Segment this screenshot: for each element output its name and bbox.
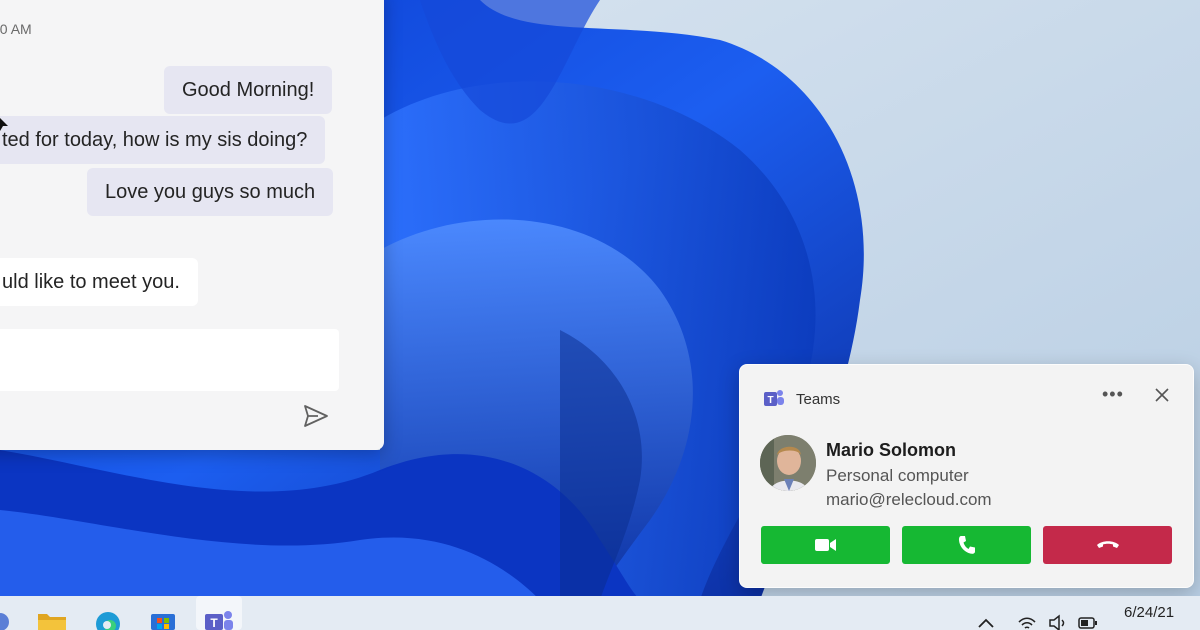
store-icon[interactable] xyxy=(147,608,179,630)
message-bubble: uld like to meet you. xyxy=(0,258,198,306)
start-icon[interactable] xyxy=(0,608,22,630)
message-bubble: Love you guys so much xyxy=(87,168,334,216)
volume-icon[interactable] xyxy=(1048,614,1068,630)
phone-icon xyxy=(958,536,975,554)
clock-date[interactable]: 6/24/21 xyxy=(1124,604,1174,621)
send-icon[interactable] xyxy=(302,402,330,430)
chat-window: 00 AM Good Morning! ted for today, how i… xyxy=(0,0,384,450)
message-text: uld like to meet you. xyxy=(2,271,180,293)
compose-input[interactable] xyxy=(0,329,339,391)
more-options-icon[interactable]: ••• xyxy=(1102,385,1124,405)
wifi-icon[interactable] xyxy=(1017,614,1037,630)
audio-call-button[interactable] xyxy=(902,526,1031,564)
notification-app-name: Teams xyxy=(796,391,841,408)
caller-name: Mario Solomon xyxy=(826,440,956,460)
hang-up-icon xyxy=(1096,541,1119,548)
message-bubble: Good Morning! xyxy=(164,66,333,114)
message-timestamp: 00 AM xyxy=(0,21,32,37)
caller-email: mario@relecloud.com xyxy=(826,490,992,509)
message-text: Love you guys so much xyxy=(105,181,316,203)
mouse-cursor-icon xyxy=(0,118,8,131)
message-bubble: ted for today, how is my sis doing? xyxy=(0,116,326,164)
close-icon[interactable] xyxy=(1153,386,1171,404)
video-call-button[interactable] xyxy=(761,526,890,564)
svg-text:T: T xyxy=(210,616,218,630)
chevron-up-icon[interactable] xyxy=(976,614,996,630)
caller-avatar xyxy=(760,435,816,491)
message-text: ted for today, how is my sis doing? xyxy=(2,129,308,151)
edge-browser-icon[interactable] xyxy=(92,608,124,630)
caller-device: Personal computer xyxy=(826,466,969,485)
teams-taskbar-icon[interactable]: T xyxy=(203,608,235,630)
message-text: Good Morning! xyxy=(182,79,315,101)
file-explorer-icon[interactable] xyxy=(36,608,68,630)
svg-text:T: T xyxy=(767,395,773,406)
taskbar: T 6/24/21 xyxy=(0,596,1200,630)
teams-app-icon: T xyxy=(764,390,784,406)
decline-call-button[interactable] xyxy=(1043,526,1172,564)
battery-icon[interactable] xyxy=(1078,614,1098,630)
incoming-call-notification: T Teams ••• Mario Solomon Personal compu… xyxy=(739,364,1194,588)
video-camera-icon xyxy=(814,539,836,551)
